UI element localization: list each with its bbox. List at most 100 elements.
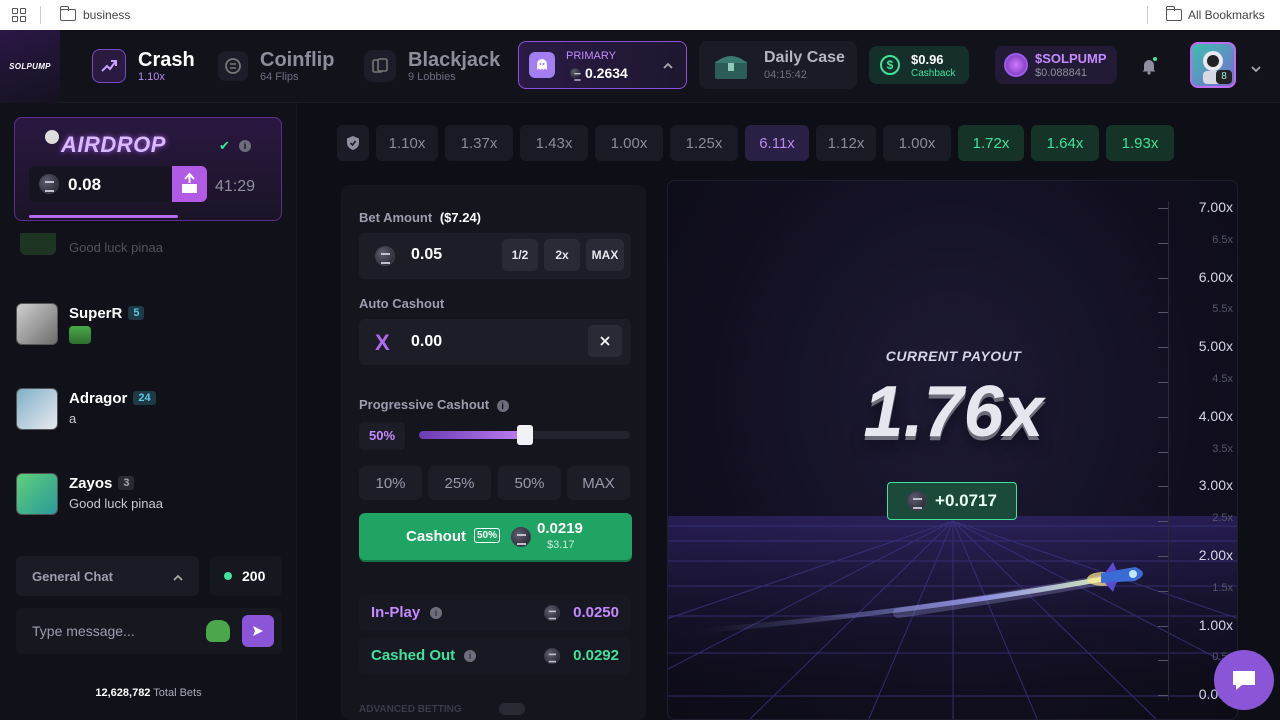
chat-avatar[interactable] xyxy=(16,303,58,345)
sol-coin-icon xyxy=(375,246,395,266)
advanced-betting-label: ADVANCED BETTING xyxy=(359,704,462,715)
chat-bubble-icon xyxy=(1233,671,1255,690)
cashout-button[interactable]: Cashout 50% 0.0219 $3.17 xyxy=(359,513,632,560)
history-item[interactable]: 1.25x xyxy=(670,125,738,161)
chat-text: Good luck pinaa xyxy=(69,496,163,511)
info-icon[interactable]: i xyxy=(496,400,509,412)
claim-button[interactable] xyxy=(172,166,207,202)
y-axis-tick xyxy=(1158,347,1168,349)
pct-25-button[interactable]: 25% xyxy=(428,466,491,500)
nav-blackjack-sub: 9 Lobbies xyxy=(408,70,456,83)
history-item[interactable]: 1.43x xyxy=(520,125,588,161)
double-button[interactable]: 2x xyxy=(544,239,580,271)
wallet-selector[interactable]: PRIMARY 0.2634 xyxy=(518,41,687,89)
chat-username-text: SuperR xyxy=(69,305,123,322)
history-item[interactable]: 1.12x xyxy=(816,125,876,161)
history-item[interactable]: 1.37x xyxy=(445,125,513,161)
bell-icon[interactable] xyxy=(1141,57,1157,80)
nav-coinflip[interactable]: Coinflip 64 Flips xyxy=(218,46,334,86)
solpump-logo[interactable]: SOLPUMP xyxy=(0,30,60,103)
progressive-slider[interactable] xyxy=(419,425,630,445)
bookmark-business[interactable]: business xyxy=(83,8,130,22)
shield-icon[interactable] xyxy=(337,125,369,161)
half-button[interactable]: 1/2 xyxy=(502,239,538,271)
slider-thumb[interactable] xyxy=(516,425,533,445)
advanced-betting-toggle[interactable] xyxy=(499,703,525,715)
history-item[interactable]: 1.00x xyxy=(595,125,663,161)
y-axis-label: 5.00x xyxy=(1198,338,1233,355)
info-icon[interactable]: i xyxy=(430,607,442,619)
airdrop-amount: 0.08 xyxy=(68,175,102,194)
emoji-picker-icon[interactable] xyxy=(206,620,230,642)
coin-icon xyxy=(218,51,248,81)
multiplier-x-icon: X xyxy=(375,330,390,355)
info-icon[interactable]: i xyxy=(464,650,476,662)
y-axis-tick xyxy=(1158,625,1168,627)
nav-crash[interactable]: Crash 1.10x xyxy=(92,46,195,86)
chat-channel-select[interactable]: General Chat xyxy=(16,556,199,596)
sidebar: Good luck pinaa AIRDROP ✔ i 0.08 41:29 S… xyxy=(0,103,297,720)
chevron-down-icon[interactable] xyxy=(1250,61,1262,79)
solpump-token[interactable]: $SOLPUMP $0.088841 xyxy=(995,46,1117,84)
avatar-level-badge: 8 xyxy=(1216,70,1232,84)
chat-input-field[interactable]: Type message... xyxy=(16,608,282,654)
nav-blackjack[interactable]: Blackjack 9 Lobbies xyxy=(364,46,500,86)
chat-username[interactable]: SuperR 5 xyxy=(69,305,145,322)
wallet-balance: 0.2634 xyxy=(585,65,628,81)
max-button[interactable]: MAX xyxy=(586,239,624,271)
bet-amount-field[interactable]: 0.05 1/2 2x MAX xyxy=(359,233,631,279)
bookmark-all[interactable]: All Bookmarks xyxy=(1188,8,1265,22)
history-item[interactable]: 1.00x xyxy=(883,125,951,161)
history-item[interactable]: 1.10x xyxy=(376,125,438,161)
y-axis-label: 6.00x xyxy=(1198,268,1233,285)
y-axis-label: 7.00x xyxy=(1198,199,1233,215)
y-axis-tick xyxy=(1158,242,1168,244)
user-avatar[interactable]: 8 xyxy=(1190,42,1236,88)
progressive-cashout-label-text: Progressive Cashout xyxy=(359,397,490,412)
cashback-button[interactable]: $ $0.96 Cashback xyxy=(869,46,969,84)
bet-amount-value[interactable]: 0.05 xyxy=(411,246,442,264)
pct-50-button[interactable]: 50% xyxy=(498,466,561,500)
auto-cashout-field[interactable]: X 0.00 xyxy=(359,319,631,365)
auto-cashout-value[interactable]: 0.00 xyxy=(411,333,442,351)
rocket-icon xyxy=(1083,559,1153,600)
chat-message: Adragor 24 a xyxy=(16,388,286,432)
clear-button[interactable] xyxy=(588,325,622,357)
close-icon xyxy=(600,336,610,346)
chat-avatar[interactable] xyxy=(16,388,58,430)
history-item[interactable]: 1.64x xyxy=(1031,125,1099,161)
y-axis-tick xyxy=(1158,382,1168,383)
info-icon[interactable]: i xyxy=(239,140,251,152)
payout-title: CURRENT PAYOUT xyxy=(885,348,1022,364)
y-axis-tick xyxy=(1158,660,1168,662)
pct-max-button[interactable]: MAX xyxy=(567,466,630,500)
daily-case[interactable]: Daily Case 04:15:42 xyxy=(699,41,857,89)
chest-icon xyxy=(711,51,751,81)
y-axis-label: 4.5x xyxy=(1212,373,1233,385)
history-item[interactable]: 6.11x xyxy=(745,125,809,161)
cashback-label: Cashback xyxy=(911,68,956,79)
chat-channel-label: General Chat xyxy=(32,569,113,584)
solpump-token-amount: $0.088841 xyxy=(1035,67,1087,79)
y-axis-tick xyxy=(1158,556,1168,557)
daily-case-timer: 04:15:42 xyxy=(764,69,807,81)
y-axis-label: 1.00x xyxy=(1198,616,1233,633)
history-item[interactable]: 1.93x xyxy=(1106,125,1174,161)
y-axis-tick xyxy=(1158,486,1168,488)
apps-grid-icon[interactable] xyxy=(12,8,26,22)
frog-emoji-icon xyxy=(69,326,91,344)
chat-username[interactable]: Adragor 24 xyxy=(69,390,156,407)
pct-10-button[interactable]: 10% xyxy=(359,466,422,500)
chat-username[interactable]: Zayos 3 xyxy=(69,475,135,492)
history-item[interactable]: 1.72x xyxy=(958,125,1024,161)
nav-blackjack-title: Blackjack xyxy=(408,48,501,71)
support-chat-button[interactable] xyxy=(1214,650,1274,710)
crash-game-canvas: CURRENT PAYOUT 1.76x +0.0717 7.00x 6.5x 6.… xyxy=(667,180,1238,720)
cashout-pct: 50% xyxy=(474,528,501,543)
chat-avatar[interactable] xyxy=(16,473,58,515)
y-axis-label: 4.00x xyxy=(1198,407,1233,424)
send-button[interactable] xyxy=(242,615,274,647)
y-axis-tick xyxy=(1158,521,1168,523)
logo-text: SOLPUMP xyxy=(9,62,51,71)
folder-icon xyxy=(1165,6,1182,21)
